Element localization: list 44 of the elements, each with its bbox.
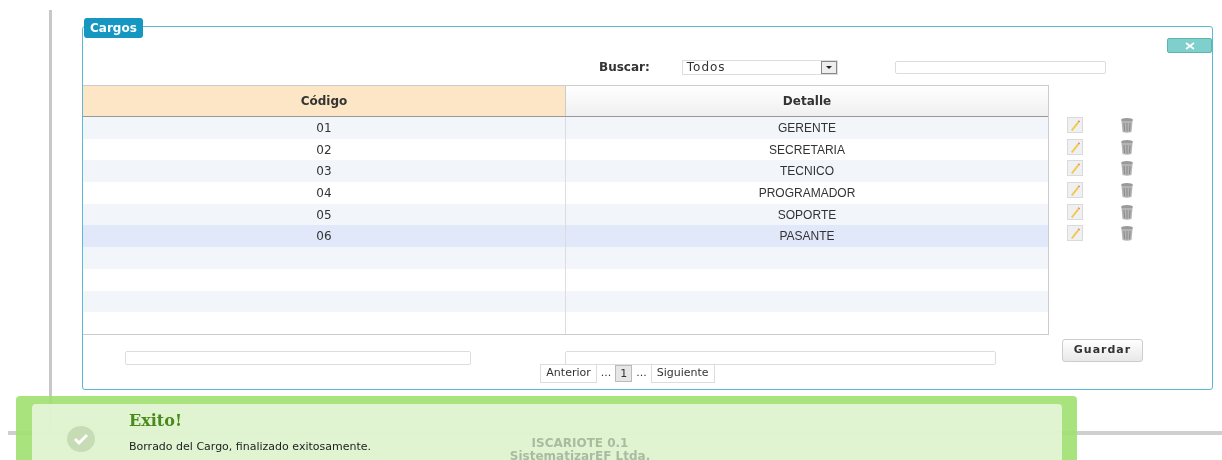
trash-can-icon[interactable] bbox=[1120, 160, 1134, 177]
table-row[interactable]: 06 PASANTE bbox=[83, 225, 1048, 248]
save-button[interactable]: Guardar bbox=[1062, 338, 1143, 362]
table-row[interactable]: 03 TECNICO bbox=[83, 160, 1048, 183]
check-circle-icon bbox=[66, 425, 96, 453]
code-input-field[interactable] bbox=[125, 350, 471, 365]
table-cell-text: TECNICO bbox=[779, 163, 835, 181]
close-icon bbox=[1184, 41, 1195, 50]
table-cell-text: PASANTE bbox=[778, 228, 836, 246]
table-cell-text: SOPORTE bbox=[776, 206, 838, 224]
ellipsis: ... bbox=[636, 365, 647, 382]
trash-can-icon[interactable] bbox=[1120, 117, 1134, 133]
pager-button[interactable]: Siguiente bbox=[650, 363, 715, 383]
trash-can-icon[interactable] bbox=[1120, 203, 1134, 220]
table-row[interactable]: 05 SOPORTE bbox=[83, 203, 1048, 226]
column-header[interactable]: Código bbox=[83, 86, 566, 116]
pager-button[interactable]: Anterior bbox=[540, 363, 597, 383]
pencil-icon[interactable] bbox=[1067, 203, 1083, 220]
detail-input-field[interactable] bbox=[565, 350, 996, 365]
table-cell-text: GERENTE bbox=[777, 119, 837, 137]
pencil-icon[interactable] bbox=[1067, 160, 1083, 177]
pencil-icon[interactable] bbox=[1067, 117, 1083, 133]
table-cell: 04 bbox=[83, 182, 566, 204]
pencil-icon[interactable] bbox=[1067, 138, 1083, 155]
table-row[interactable]: 01 GERENTE bbox=[83, 117, 1048, 139]
notification-title: Exito! bbox=[129, 410, 183, 432]
search-field[interactable] bbox=[894, 60, 1106, 74]
filter-dropdown[interactable]: Todos bbox=[681, 59, 838, 75]
footer-text: SistematizarEF Ltda. bbox=[509, 450, 651, 460]
ellipsis: ... bbox=[600, 365, 612, 382]
footer-text: ISCARIOTE 0.1 bbox=[531, 437, 629, 450]
search-label: Buscar: bbox=[599, 59, 650, 76]
table-cell-text: PROGRAMADOR bbox=[757, 184, 857, 202]
trash-can-icon[interactable] bbox=[1120, 225, 1134, 242]
trash-can-icon[interactable] bbox=[1120, 138, 1134, 155]
pencil-icon[interactable] bbox=[1067, 182, 1083, 199]
table-cell-text: SECRETARIA bbox=[768, 141, 846, 159]
trash-can-icon[interactable] bbox=[1120, 182, 1134, 199]
close-button[interactable] bbox=[1167, 38, 1212, 53]
notification-message: Borrado del Cargo, finalizado exitosamente. bbox=[129, 439, 371, 455]
pencil-icon[interactable] bbox=[1067, 225, 1083, 242]
table-cell: 01 bbox=[83, 117, 566, 139]
dropdown-caret-icon bbox=[820, 60, 837, 74]
panel-title: Cargos bbox=[84, 18, 143, 38]
